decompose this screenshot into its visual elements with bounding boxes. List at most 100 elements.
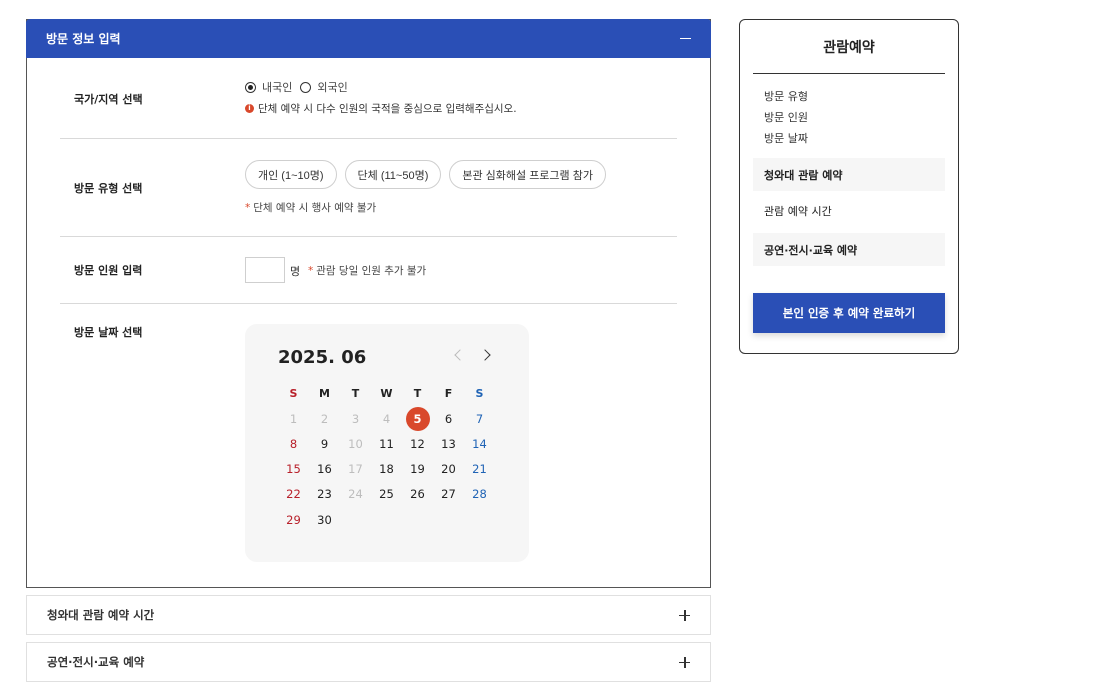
visit-type-group-button[interactable]: 단체 (11~50명) — [344, 160, 442, 189]
calendar-day-number: 13 — [441, 436, 456, 451]
calendar-day-number: 12 — [410, 436, 425, 451]
nationality-radio-group: 내국인 외국인 — [245, 79, 356, 95]
calendar-day[interactable]: 28 — [464, 482, 495, 507]
calendar-day-number: 16 — [317, 462, 332, 477]
calendar-day[interactable]: 21 — [464, 457, 495, 482]
calendar-grid: S M T W T F S 1 2 3 4 5 6 7 8 9 10 11 12 13 14 15 16 17 18 19 20 21… — [278, 381, 495, 532]
weekday-header: T — [413, 387, 422, 401]
visitors-note: * 관람 당일 인원 추가 불가 — [308, 263, 426, 278]
visit-type-label: 방문 유형 선택 — [74, 182, 143, 195]
weekday-header: F — [444, 387, 453, 401]
radio-foreign-indicator[interactable] — [300, 81, 312, 93]
calendar-day-number: 9 — [320, 436, 329, 451]
calendar-day-number: 1 — [289, 411, 298, 426]
sidebar-item-visit-date: 방문 날짜 — [764, 132, 808, 145]
calendar-day: 17 — [340, 457, 371, 482]
accordion-events[interactable]: 공연·전시·교육 예약 — [26, 642, 711, 682]
calendar-day-selected[interactable]: 5 — [402, 406, 433, 431]
calendar-day[interactable]: 11 — [371, 431, 402, 456]
calendar-day-number: 14 — [472, 436, 487, 451]
collapse-minus-icon[interactable] — [680, 38, 691, 39]
calendar-day: 10 — [340, 431, 371, 456]
calendar-day: 3 — [340, 406, 371, 431]
panel-title: 방문 정보 입력 — [46, 32, 121, 46]
calendar-day-number: 21 — [472, 462, 487, 477]
weekday-header: S — [289, 387, 298, 401]
accordion-reservation-time[interactable]: 청와대 관람 예약 시간 — [26, 595, 711, 635]
calendar-month: 2025. 06 — [278, 347, 367, 368]
calendar-day-number: 19 — [410, 462, 425, 477]
submit-reservation-button[interactable]: 본인 인증 후 예약 완료하기 — [753, 293, 945, 333]
info-icon: i — [245, 104, 254, 113]
required-star: * — [245, 202, 251, 214]
sidebar-summary-list: 방문 유형 방문 인원 방문 날짜 — [764, 86, 808, 149]
sidebar-item-visit-type: 방문 유형 — [764, 90, 808, 103]
visit-date-row: 방문 날짜 선택 2025. 06 S M T W T F S 1 2 3 4 5 6 7 8 9 10 11 12… — [60, 304, 677, 584]
calendar-day[interactable]: 7 — [464, 406, 495, 431]
calendar-day[interactable]: 8 — [278, 431, 309, 456]
calendar-day-number: 29 — [286, 512, 301, 527]
visit-type-note: * 단체 예약 시 행사 예약 불가 — [245, 200, 376, 215]
expand-plus-icon[interactable] — [679, 609, 690, 621]
visitors-count-input[interactable] — [245, 257, 285, 283]
calendar-day-number: 4 — [382, 411, 391, 426]
radio-domestic[interactable]: 내국인 — [245, 79, 292, 95]
radio-foreign[interactable]: 외국인 — [300, 79, 348, 95]
visitors-unit: 명 — [290, 265, 301, 278]
calendar-day-number: 17 — [348, 462, 363, 477]
nationality-notice-text: 단체 예약 시 다수 인원의 국적을 중심으로 입력해주십시오. — [258, 103, 517, 115]
nationality-label: 국가/지역 선택 — [74, 93, 143, 106]
calendar-day[interactable]: 16 — [309, 457, 340, 482]
chevron-right-icon[interactable] — [479, 349, 491, 361]
sidebar-title: 관람예약 — [753, 20, 945, 74]
sidebar-block-events: 공연·전시·교육 예약 — [753, 233, 945, 266]
calendar-day: 1 — [278, 406, 309, 431]
calendar-day[interactable]: 22 — [278, 482, 309, 507]
calendar-day[interactable]: 9 — [309, 431, 340, 456]
calendar-day-number: 5 — [405, 406, 430, 431]
calendar-day[interactable]: 30 — [309, 507, 340, 532]
calendar-day[interactable]: 14 — [464, 431, 495, 456]
calendar-day[interactable]: 19 — [402, 457, 433, 482]
calendar-day: 4 — [371, 406, 402, 431]
visit-type-program-button[interactable]: 본관 심화해설 프로그램 참가 — [449, 160, 606, 189]
calendar-day-number: 25 — [379, 487, 394, 502]
calendar-day[interactable]: 23 — [309, 482, 340, 507]
calendar-day[interactable]: 18 — [371, 457, 402, 482]
calendar-day[interactable]: 6 — [433, 406, 464, 431]
panel-header[interactable]: 방문 정보 입력 — [26, 19, 711, 58]
calendar-day[interactable]: 15 — [278, 457, 309, 482]
calendar-day-number: 26 — [410, 487, 425, 502]
calendar-day[interactable]: 29 — [278, 507, 309, 532]
visit-type-individual-button[interactable]: 개인 (1~10명) — [245, 160, 337, 189]
nationality-notice: i 단체 예약 시 다수 인원의 국적을 중심으로 입력해주십시오. — [245, 101, 517, 116]
calendar-day: 24 — [340, 482, 371, 507]
calendar-day[interactable]: 20 — [433, 457, 464, 482]
calendar-day-number: 18 — [379, 462, 394, 477]
calendar: 2025. 06 S M T W T F S 1 2 3 4 5 6 7 8 9 10 11 12 13 14 15 16 1… — [245, 324, 529, 562]
chevron-left-icon[interactable] — [454, 349, 466, 361]
calendar-day[interactable]: 12 — [402, 431, 433, 456]
calendar-day[interactable]: 26 — [402, 482, 433, 507]
weekday-header: M — [319, 387, 330, 401]
calendar-day[interactable]: 27 — [433, 482, 464, 507]
sidebar-item-visitors: 방문 인원 — [764, 111, 808, 124]
expand-plus-icon[interactable] — [679, 656, 690, 668]
nationality-row: 국가/지역 선택 내국인 외국인 i 단체 예약 시 다수 인원의 국적을 중심… — [60, 58, 677, 139]
visit-date-label: 방문 날짜 선택 — [74, 326, 143, 339]
calendar-day-number: 8 — [289, 436, 298, 451]
radio-domestic-indicator[interactable] — [245, 81, 256, 93]
calendar-day[interactable]: 25 — [371, 482, 402, 507]
calendar-day-number: 23 — [317, 487, 332, 502]
visit-type-note-text: 단체 예약 시 행사 예약 불가 — [253, 202, 377, 214]
calendar-day[interactable]: 13 — [433, 431, 464, 456]
calendar-day-number: 15 — [286, 462, 301, 477]
sidebar-block-time: 관람 예약 시간 — [764, 204, 832, 218]
visit-type-row: 방문 유형 선택 개인 (1~10명) 단체 (11~50명) 본관 심화해설 … — [60, 139, 677, 237]
visitors-row: 방문 인원 입력 명 * 관람 당일 인원 추가 불가 — [60, 237, 677, 304]
calendar-day-number: 22 — [286, 487, 301, 502]
accordion-reservation-time-title: 청와대 관람 예약 시간 — [47, 608, 155, 622]
calendar-day-number: 7 — [475, 411, 484, 426]
calendar-day-number: 2 — [320, 411, 329, 426]
reservation-summary-sidebar: 관람예약 방문 유형 방문 인원 방문 날짜 청와대 관람 예약 관람 예약 시… — [739, 19, 959, 354]
